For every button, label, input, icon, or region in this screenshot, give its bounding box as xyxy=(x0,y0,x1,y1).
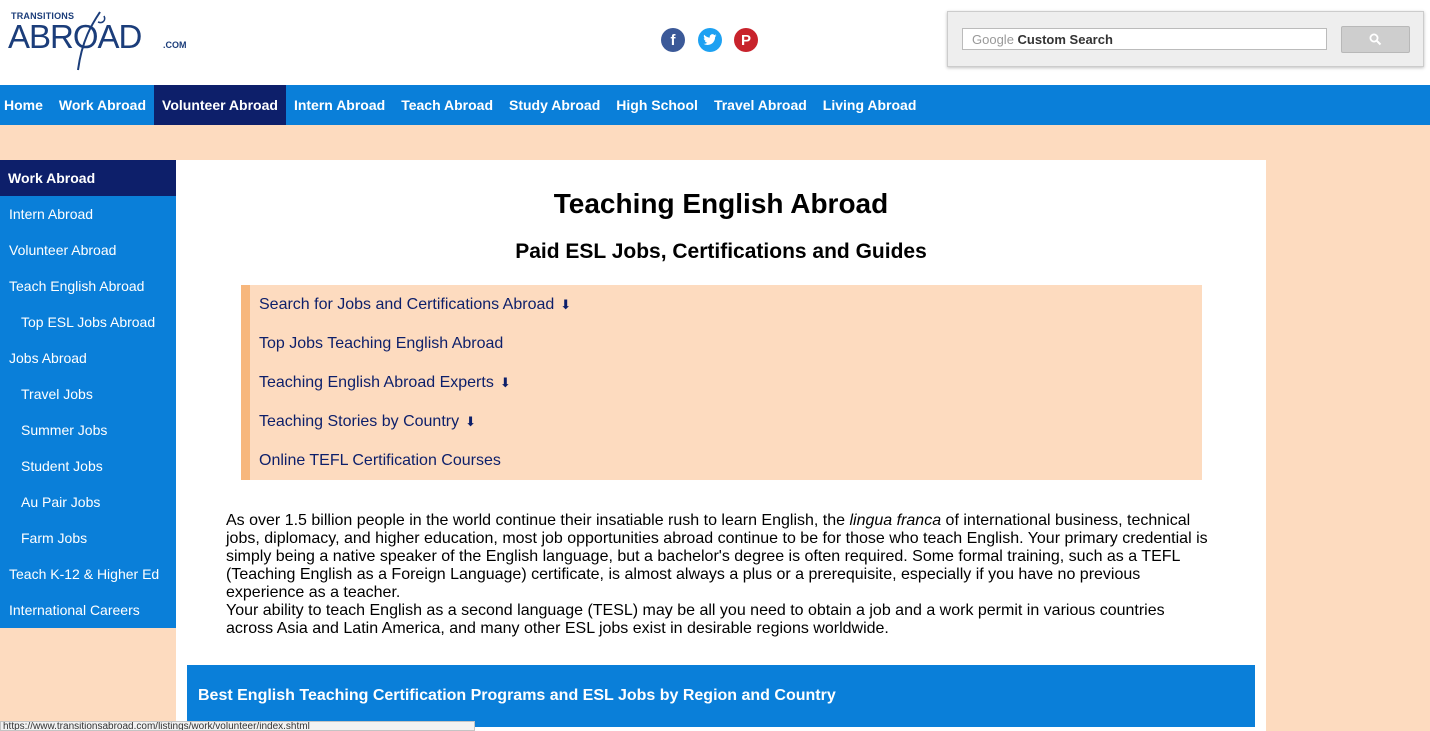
intro-paragraph-2: Your ability to teach English as a secon… xyxy=(226,602,1165,637)
toc-item-experts[interactable]: Teaching English Abroad Experts ⬇ xyxy=(250,363,1202,402)
sidebar-item-student-jobs[interactable]: Student Jobs xyxy=(0,448,176,484)
toc-item-label: Teaching English Abroad Experts xyxy=(259,373,494,391)
intro-italic-term: lingua franca xyxy=(849,512,942,529)
sidebar-item-jobs-abroad[interactable]: Jobs Abroad xyxy=(0,340,176,376)
toc-item-label: Top Jobs Teaching English Abroad xyxy=(259,334,504,352)
arrow-down-icon: ⬇ xyxy=(499,374,511,390)
page-title: Teaching English Abroad xyxy=(553,188,889,219)
search-button[interactable] xyxy=(1341,26,1410,53)
sidebar-item-farm-jobs[interactable]: Farm Jobs xyxy=(0,520,176,556)
twitter-bird-glyph xyxy=(703,34,717,45)
search-placeholder-google: Google xyxy=(972,32,1014,47)
facebook-glyph: f xyxy=(670,31,676,49)
nav-travel-abroad[interactable]: Travel Abroad xyxy=(706,85,815,125)
main-content: Teaching English Abroad Paid ESL Jobs, C… xyxy=(176,160,1266,731)
sidebar-item-teach-english-abroad[interactable]: Teach English Abroad xyxy=(0,268,176,304)
arrow-down-icon: ⬇ xyxy=(560,296,572,312)
intro-text-segment: As over 1.5 billion people in the world … xyxy=(226,512,850,529)
search-input[interactable]: Google Custom Search xyxy=(962,28,1327,50)
twitter-icon[interactable] xyxy=(698,28,722,52)
nav-high-school[interactable]: High School xyxy=(608,85,706,125)
sidebar-item-top-esl-jobs[interactable]: Top ESL Jobs Abroad xyxy=(0,304,176,340)
search-widget: Google Custom Search xyxy=(947,11,1424,67)
sidebar-item-intern-abroad[interactable]: Intern Abroad xyxy=(0,196,176,232)
nav-teach-abroad[interactable]: Teach Abroad xyxy=(393,85,501,125)
nav-intern-abroad[interactable]: Intern Abroad xyxy=(286,85,393,125)
sidebar-item-international-careers[interactable]: International Careers xyxy=(0,592,176,628)
sidebar-item-work-abroad[interactable]: Work Abroad xyxy=(0,160,176,196)
sidebar-item-travel-jobs[interactable]: Travel Jobs xyxy=(0,376,176,412)
sidebar-item-teach-k12[interactable]: Teach K-12 & Higher Ed xyxy=(0,556,176,592)
toc-item-label: Teaching Stories by Country xyxy=(259,412,460,430)
site-logo[interactable]: TRANSITIONS ABROAD .COM xyxy=(8,10,198,71)
sidebar-item-volunteer-abroad[interactable]: Volunteer Abroad xyxy=(0,232,176,268)
pinterest-glyph: P xyxy=(740,31,751,49)
toc-item-stories[interactable]: Teaching Stories by Country ⬇ xyxy=(250,402,1202,441)
sidebar-nav: Work Abroad Intern Abroad Volunteer Abro… xyxy=(0,160,176,628)
logo-suffix: .COM xyxy=(163,40,187,50)
sidebar-item-au-pair-jobs[interactable]: Au Pair Jobs xyxy=(0,484,176,520)
section-banner: Best English Teaching Certification Prog… xyxy=(187,665,1255,727)
nav-study-abroad[interactable]: Study Abroad xyxy=(501,85,608,125)
toc-item-search-jobs[interactable]: Search for Jobs and Certifications Abroa… xyxy=(250,285,1202,324)
top-nav: Home Work Abroad Volunteer Abroad Intern… xyxy=(0,85,1430,125)
arrow-down-icon: ⬇ xyxy=(465,413,477,429)
pinterest-icon[interactable]: P xyxy=(734,28,758,52)
toc-item-top-jobs[interactable]: Top Jobs Teaching English Abroad xyxy=(250,324,1202,363)
status-bar-url: https://www.transitionsabroad.com/listin… xyxy=(0,721,475,731)
intro-paragraph-1: As over 1.5 billion people in the world … xyxy=(226,512,1211,602)
nav-home[interactable]: Home xyxy=(0,85,51,125)
logo-swoosh-icon xyxy=(77,11,106,71)
table-of-contents: Search for Jobs and Certifications Abroa… xyxy=(241,285,1202,480)
page-subtitle: Paid ESL Jobs, Certifications and Guides xyxy=(515,240,927,263)
nav-work-abroad[interactable]: Work Abroad xyxy=(51,85,154,125)
toc-item-label: Search for Jobs and Certifications Abroa… xyxy=(259,295,555,313)
search-icon xyxy=(1369,33,1382,46)
facebook-icon[interactable]: f xyxy=(661,28,685,52)
site-header: TRANSITIONS ABROAD .COM f P Google Custo… xyxy=(0,0,1430,85)
search-placeholder-custom: Custom Search xyxy=(1017,32,1113,47)
toc-item-online-tefl[interactable]: Online TEFL Certification Courses xyxy=(250,441,1202,480)
sidebar-item-summer-jobs[interactable]: Summer Jobs xyxy=(0,412,176,448)
toc-item-label: Online TEFL Certification Courses xyxy=(259,451,501,469)
nav-living-abroad[interactable]: Living Abroad xyxy=(815,85,925,125)
nav-volunteer-abroad[interactable]: Volunteer Abroad xyxy=(154,85,286,125)
intro-text: As over 1.5 billion people in the world … xyxy=(226,512,1211,638)
